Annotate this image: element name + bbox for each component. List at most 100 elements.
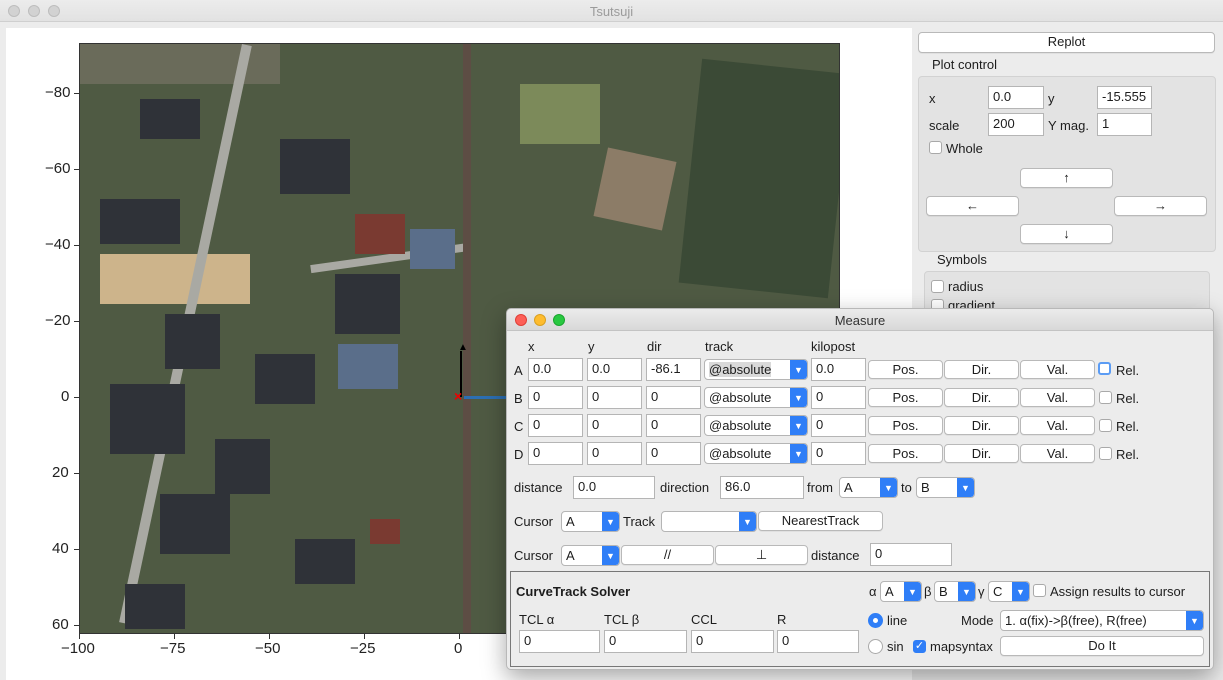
distance-label: distance [514,480,563,495]
sin-radio[interactable] [868,639,883,654]
row-b-dir-button[interactable]: Dir. [944,388,1019,407]
alpha-select[interactable]: A ▼ [880,581,922,602]
tcl-beta-label: TCL β [604,612,640,627]
y-tick-label: 60 [52,616,69,633]
row-b-rel-checkbox[interactable] [1099,391,1112,404]
nearest-track-button[interactable]: NearestTrack [758,511,883,531]
row-b-x-input[interactable]: 0 [528,386,583,409]
assign-results-checkbox[interactable] [1033,584,1046,597]
radius-label: radius [948,279,984,294]
perpendicular-button[interactable]: ⊥ [715,545,808,565]
ccl-label: CCL [691,612,718,627]
distance-output[interactable]: 0.0 [573,476,655,499]
row-c-dir-input[interactable]: 0 [646,414,701,437]
do-it-button[interactable]: Do It [1000,636,1204,656]
measure-title: Measure [834,313,886,328]
scale-input[interactable]: 200 [988,113,1044,136]
pan-left-button[interactable]: ← [926,196,1019,216]
r-input[interactable]: 0 [777,630,859,653]
x-tick-label: −50 [255,640,281,657]
row-c-track-select[interactable]: @absolute ▼ [704,415,808,436]
ymag-input[interactable]: 1 [1097,113,1152,136]
row-a-kilopost-input[interactable]: 0.0 [811,358,866,381]
row-b-track-select[interactable]: @absolute ▼ [704,387,808,408]
x-tick-label: −25 [350,640,376,657]
cursor-a-marker[interactable]: × [454,388,462,404]
gamma-select[interactable]: C ▼ [988,581,1030,602]
ccl-input[interactable]: 0 [691,630,774,653]
from-select[interactable]: A ▼ [839,477,898,498]
beta-select-value: B [939,584,948,599]
row-d-rel-checkbox[interactable] [1099,447,1112,460]
row-c-rel-label: Rel. [1116,419,1140,434]
chevron-down-icon: ▼ [739,512,756,531]
from-label: from [807,480,833,495]
row-d-track-select[interactable]: @absolute ▼ [704,443,808,464]
plot-control-label: Plot control [932,57,998,72]
tcl-alpha-input[interactable]: 0 [519,630,600,653]
row-a-pos-button[interactable]: Pos. [868,360,943,379]
row-b-y-input[interactable]: 0 [587,386,642,409]
row-a-dir-button[interactable]: Dir. [944,360,1019,379]
pan-down-button[interactable]: ↓ [1020,224,1113,244]
tcl-beta-input[interactable]: 0 [604,630,687,653]
row-a-x-input[interactable]: 0.0 [528,358,583,381]
cursor-select-value: A [566,514,575,529]
row-c-y-input[interactable]: 0 [587,414,642,437]
row-d-kilopost-input[interactable]: 0 [811,442,866,465]
row-b-pos-button[interactable]: Pos. [868,388,943,407]
line-radio-label: line [887,613,908,628]
pan-right-button[interactable]: → [1114,196,1207,216]
radius-checkbox[interactable] [931,280,944,293]
cursor2-select[interactable]: A ▼ [561,545,620,566]
direction-output[interactable]: 86.0 [720,476,804,499]
distance2-input[interactable]: 0 [870,543,952,566]
whole-checkbox[interactable] [929,141,942,154]
symbols-label: Symbols [937,252,987,267]
y-tick-label: 40 [52,540,69,557]
mode-select[interactable]: 1. α(fix)->β(free), R(free) ▼ [1000,610,1204,631]
mapsyntax-checkbox[interactable]: ✓ [913,640,926,653]
row-a-y-input[interactable]: 0.0 [587,358,642,381]
scale-label: scale [929,118,960,133]
row-d-y-input[interactable]: 0 [587,442,642,465]
chevron-down-icon: ▼ [1186,611,1203,630]
row-b-val-button[interactable]: Val. [1020,388,1095,407]
beta-select[interactable]: B ▼ [934,581,976,602]
track-select[interactable]: ▼ [661,511,757,532]
row-d-x-input[interactable]: 0 [528,442,583,465]
replot-button[interactable]: Replot [918,32,1215,53]
plot-x-input[interactable]: 0.0 [988,86,1044,109]
row-c-pos-button[interactable]: Pos. [868,416,943,435]
row-d-dir-input[interactable]: 0 [646,442,701,465]
row-c-kilopost-input[interactable]: 0 [811,414,866,437]
to-select[interactable]: B ▼ [916,477,975,498]
row-d-val-button[interactable]: Val. [1020,444,1095,463]
cursor-select[interactable]: A ▼ [561,511,620,532]
row-label-c: C [514,419,524,434]
y-label: y [1048,91,1055,106]
row-c-val-button[interactable]: Val. [1020,416,1095,435]
row-c-track-value: @absolute [709,418,772,433]
row-a-rel-label: Rel. [1116,363,1140,378]
row-d-dir-button[interactable]: Dir. [944,444,1019,463]
header-dir: dir [647,339,662,354]
curvetrack-solver-group: CurveTrack Solver α A ▼ β B ▼ γ C ▼ Assign … [510,571,1210,667]
row-a-dir-input[interactable]: -86.1 [646,358,701,381]
window-title: Tsutsuji [589,4,634,19]
row-a-track-select[interactable]: @absolute ▼ [704,359,808,380]
row-c-rel-checkbox[interactable] [1099,419,1112,432]
row-b-dir-input[interactable]: 0 [646,386,701,409]
pan-up-button[interactable]: ↑ [1020,168,1113,188]
row-c-dir-button[interactable]: Dir. [944,416,1019,435]
row-c-x-input[interactable]: 0 [528,414,583,437]
row-a-rel-checkbox[interactable] [1098,362,1111,375]
row-d-pos-button[interactable]: Pos. [868,444,943,463]
line-radio[interactable] [868,613,883,628]
cursor2-label: Cursor [514,548,554,563]
row-a-val-button[interactable]: Val. [1020,360,1095,379]
row-b-kilopost-input[interactable]: 0 [811,386,866,409]
parallel-button[interactable]: // [621,545,714,565]
plot-y-input[interactable]: -15.555 [1097,86,1152,109]
row-label-b: B [514,391,523,406]
